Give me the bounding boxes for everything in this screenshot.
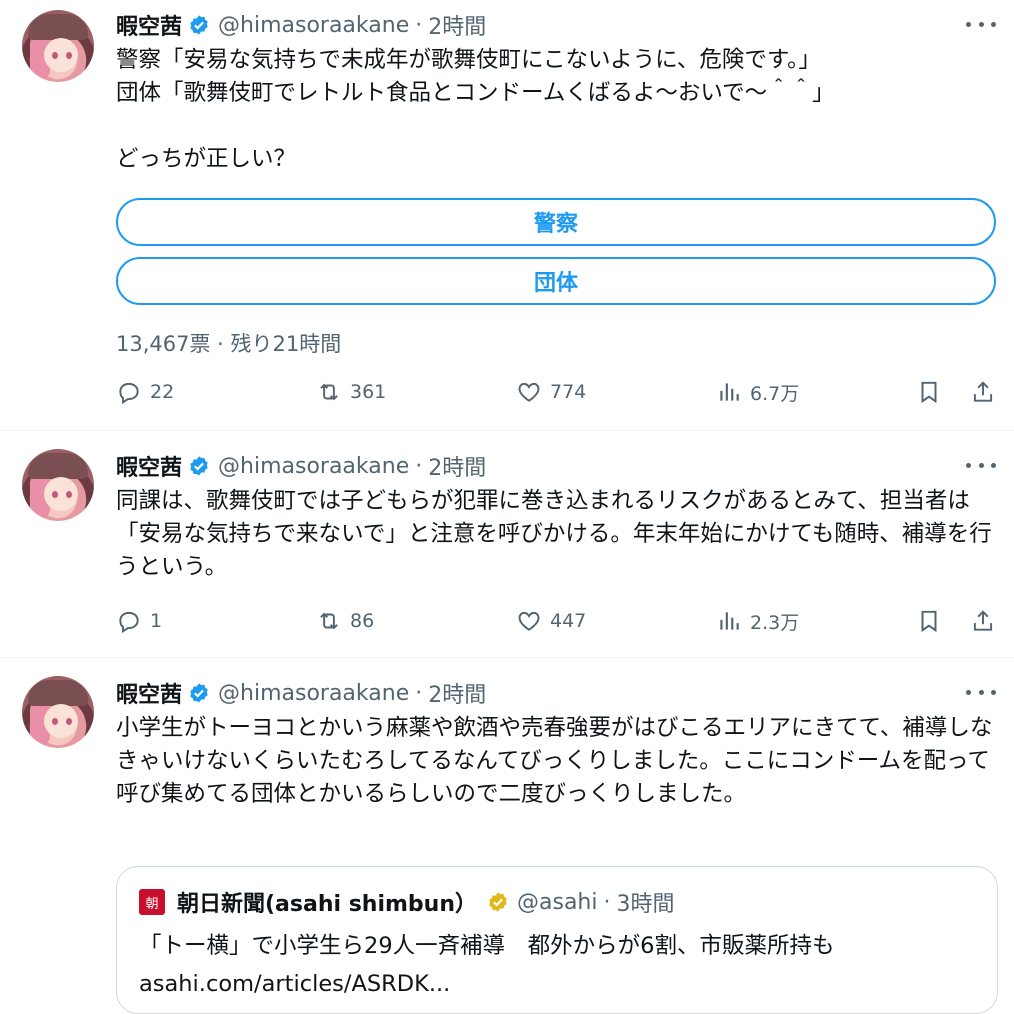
separator: · <box>415 453 423 479</box>
tweet-actions: 1 86 447 2.3万 <box>116 605 996 637</box>
poll-option-group[interactable]: 団体 <box>116 257 996 305</box>
separator: · <box>415 680 423 706</box>
share-icon <box>973 381 993 402</box>
views-button[interactable]: 6.7万 <box>716 376 799 408</box>
retweet-icon <box>320 383 338 401</box>
reply-count: 22 <box>150 381 175 403</box>
separator: · <box>603 889 611 915</box>
timestamp[interactable]: 2時間 <box>428 450 486 482</box>
tweet-text: 小学生がトーヨコとかいう麻薬や飲酒や売春強要がはびこるエリアにきてて、補導しなき… <box>116 715 993 807</box>
avatar[interactable] <box>22 676 94 748</box>
more-icon[interactable] <box>966 12 996 36</box>
verified-gold-badge-icon <box>487 891 509 913</box>
bookmark-icon <box>921 610 937 633</box>
retweet-count: 361 <box>350 381 387 403</box>
views-icon <box>720 383 739 401</box>
tweet-actions: 22 361 774 6.7万 <box>116 376 996 408</box>
views-icon <box>720 612 739 630</box>
reply-button[interactable]: 1 <box>116 605 162 637</box>
tweet-header: 暇空茜 @himasoraakane · 2時間 <box>116 9 486 41</box>
timestamp[interactable]: 2時間 <box>428 677 486 709</box>
reply-count: 1 <box>150 610 163 632</box>
tweet-header: 暇空茜 @himasoraakane · 2時間 <box>116 450 486 482</box>
quote-header: 朝 朝日新聞(asahi shimbun） @asahi · 3時間 <box>139 887 674 917</box>
asahi-logo-icon: 朝 <box>139 889 165 915</box>
tweet-text: 警察「安易な気持ちで未成年が歌舞伎町にこないように、危険です。」 団体「歌舞伎町… <box>116 47 835 172</box>
retweet-icon <box>320 612 338 630</box>
heart-icon <box>518 382 540 402</box>
more-icon[interactable] <box>966 453 996 477</box>
quote-author-handle: @asahi <box>517 889 598 915</box>
more-icon[interactable] <box>966 680 996 704</box>
views-button[interactable]: 2.3万 <box>716 605 799 637</box>
author-handle[interactable]: @himasoraakane <box>218 681 409 706</box>
tweet-text: 同課は、歌舞伎町では子どもらが犯罪に巻き込まれるリスクがあるとみて、担当者は「安… <box>116 488 992 580</box>
tweet-2[interactable]: 暇空茜 @himasoraakane · 2時間 同課は、歌舞伎町では子どもらが… <box>0 431 1014 658</box>
views-count: 6.7万 <box>750 382 800 405</box>
quote-text: 「トー横」で小学生ら29人一斉補導 都外からが6割、市販薬所持も asahi.c… <box>139 933 835 997</box>
verified-badge-icon <box>188 455 210 477</box>
author-handle[interactable]: @himasoraakane <box>218 454 409 479</box>
retweet-button[interactable]: 86 <box>316 605 374 637</box>
quoted-tweet[interactable]: 朝 朝日新聞(asahi shimbun） @asahi · 3時間 「トー横」… <box>116 866 998 1014</box>
bookmark-button[interactable] <box>916 605 942 637</box>
quote-author-name: 朝日新聞(asahi shimbun） <box>177 892 477 917</box>
poll-meta: 13,467票 · 残り21時間 <box>116 332 342 356</box>
timestamp[interactable]: 2時間 <box>428 9 486 41</box>
verified-badge-icon <box>188 682 210 704</box>
views-count: 2.3万 <box>750 611 800 634</box>
share-button[interactable] <box>970 605 996 637</box>
like-count: 774 <box>550 381 587 403</box>
like-button[interactable]: 774 <box>516 376 586 408</box>
avatar[interactable] <box>22 10 94 82</box>
heart-icon <box>518 611 540 631</box>
author-name[interactable]: 暇空茜 <box>116 450 182 482</box>
tweet-1[interactable]: 暇空茜 @himasoraakane · 2時間 警察「安易な気持ちで未成年が歌… <box>0 0 1014 431</box>
author-name[interactable]: 暇空茜 <box>116 677 182 709</box>
quote-timestamp: 3時間 <box>616 892 675 917</box>
separator: · <box>415 12 423 38</box>
reply-icon <box>119 611 139 634</box>
reply-button[interactable]: 22 <box>116 376 174 408</box>
avatar[interactable] <box>22 449 94 521</box>
verified-badge-icon <box>188 14 210 36</box>
bookmark-button[interactable] <box>916 376 942 408</box>
tweet-header: 暇空茜 @himasoraakane · 2時間 <box>116 677 486 709</box>
author-handle[interactable]: @himasoraakane <box>218 13 409 38</box>
retweet-button[interactable]: 361 <box>316 376 386 408</box>
bookmark-icon <box>921 381 937 404</box>
share-button[interactable] <box>970 376 996 408</box>
share-icon <box>973 610 993 631</box>
poll-option-police[interactable]: 警察 <box>116 198 996 246</box>
author-name[interactable]: 暇空茜 <box>116 9 182 41</box>
like-button[interactable]: 447 <box>516 605 586 637</box>
reply-icon <box>119 382 139 405</box>
like-count: 447 <box>550 610 587 632</box>
retweet-count: 86 <box>350 610 375 632</box>
